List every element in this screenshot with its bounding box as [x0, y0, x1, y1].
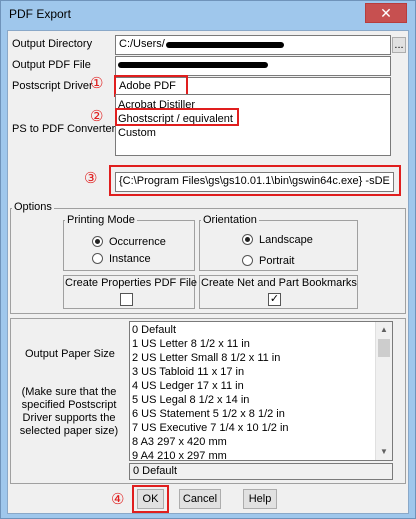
annotation-box-3 [109, 165, 401, 196]
close-button[interactable]: ✕ [365, 3, 407, 23]
paper-size-option[interactable]: 1 US Letter 8 1/2 x 11 in [130, 337, 375, 351]
portrait-radio[interactable] [242, 255, 253, 266]
paper-size-items: 0 Default 1 US Letter 8 1/2 x 11 in 2 US… [130, 322, 375, 460]
output-directory-value: C:/Users/ [119, 38, 165, 50]
landscape-label: Landscape [259, 234, 313, 246]
occurrence-radio[interactable] [92, 236, 103, 247]
annotation-box-2 [115, 108, 239, 126]
paper-size-option[interactable]: 8 A3 297 x 420 mm [130, 435, 375, 449]
help-button[interactable]: Help [243, 489, 277, 509]
browse-button[interactable]: ... [392, 37, 406, 53]
title-bar: PDF Export ✕ [1, 1, 415, 28]
paper-size-option[interactable]: 9 A4 210 x 297 mm [130, 449, 375, 460]
annotation-box-4 [132, 485, 169, 513]
paper-size-option[interactable]: 4 US Ledger 17 x 11 in [130, 379, 375, 393]
annotation-marker-3: ③ [84, 170, 98, 187]
instance-label: Instance [109, 253, 151, 265]
instance-radio[interactable] [92, 253, 103, 264]
portrait-label: Portrait [259, 255, 295, 267]
scroll-up-icon[interactable]: ▲ [376, 322, 392, 338]
create-bookmarks-checkbox[interactable]: ✓ [268, 293, 281, 306]
options-group-title: Options [12, 201, 54, 213]
paper-size-list[interactable]: 0 Default 1 US Letter 8 1/2 x 11 in 2 US… [129, 321, 393, 461]
close-icon: ✕ [380, 5, 392, 21]
create-bookmarks-label: Create Net and Part Bookmarks [201, 277, 357, 289]
paper-size-option[interactable]: 7 US Executive 7 1/4 x 10 1/2 in [130, 421, 375, 435]
window-title: PDF Export [9, 7, 72, 21]
paper-size-option[interactable]: 3 US Tabloid 11 x 17 in [130, 365, 375, 379]
create-properties-checkbox[interactable] [120, 293, 133, 306]
output-paper-size-label: Output Paper Size [25, 348, 115, 360]
annotation-marker-1: ① [90, 75, 104, 92]
converter-option[interactable]: Custom [116, 126, 390, 140]
annotation-marker-2: ② [90, 108, 104, 125]
paper-size-option[interactable]: 5 US Legal 8 1/2 x 14 in [130, 393, 375, 407]
paper-size-option[interactable]: 0 Default [130, 323, 375, 337]
cancel-button[interactable]: Cancel [179, 489, 221, 509]
paper-size-note: (Make sure that the specified Postscript… [19, 386, 119, 437]
selected-paper-size: 0 Default [129, 463, 393, 480]
paper-size-option[interactable]: 6 US Statement 5 1/2 x 8 1/2 in [130, 407, 375, 421]
landscape-radio[interactable] [242, 234, 253, 245]
postscript-driver-label: Postscript Driver [12, 80, 93, 92]
redaction-scribble [118, 62, 268, 68]
redaction-scribble [166, 42, 284, 48]
orientation-title: Orientation [201, 214, 259, 226]
occurrence-label: Occurrence [109, 236, 166, 248]
checkmark-icon: ✓ [269, 293, 280, 305]
scroll-thumb[interactable] [378, 339, 390, 357]
pdf-export-window: PDF Export ✕ Output Directory C:/Users/ … [0, 0, 416, 519]
annotation-marker-4: ④ [111, 491, 125, 508]
paper-size-scrollbar[interactable]: ▲ ▼ [375, 322, 392, 460]
printing-mode-title: Printing Mode [65, 214, 137, 226]
paper-size-option[interactable]: 2 US Letter Small 8 1/2 x 11 in [130, 351, 375, 365]
output-pdf-file-label: Output PDF File [12, 59, 91, 71]
dialog-body: Output Directory C:/Users/ ... Output PD… [7, 30, 409, 514]
scroll-down-icon[interactable]: ▼ [376, 444, 392, 460]
output-directory-label: Output Directory [12, 38, 93, 50]
create-properties-label: Create Properties PDF File [65, 277, 198, 289]
